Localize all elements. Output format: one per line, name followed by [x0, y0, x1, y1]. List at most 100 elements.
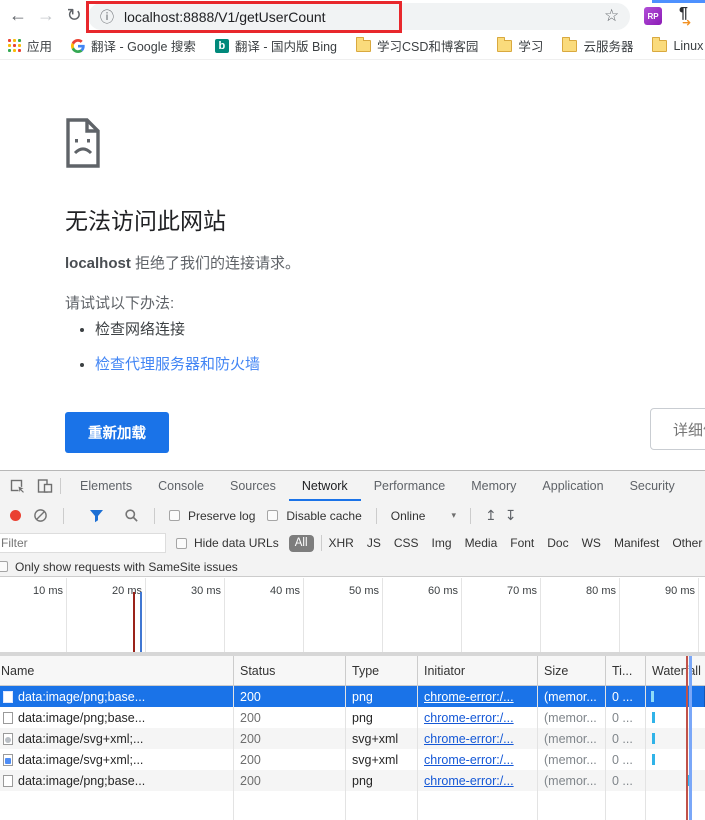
waterfall-cell — [646, 728, 705, 749]
table-row[interactable]: data:image/png;base... 200 png chrome-er… — [0, 686, 705, 707]
network-filter-bar: Hide data URLs All XHR JS CSS Img Media … — [0, 530, 705, 556]
filter-type-all[interactable]: All — [288, 534, 314, 552]
initiator-link[interactable]: chrome-error:/... — [424, 732, 514, 746]
filter-type-doc[interactable]: Doc — [547, 536, 568, 550]
samesite-checkbox[interactable] — [0, 561, 8, 572]
throttling-dropdown[interactable]: Online ▾ — [391, 509, 456, 523]
bookmark-folder-cloud[interactable]: 云服务器 — [562, 36, 633, 55]
column-initiator[interactable]: Initiator — [418, 656, 538, 685]
filter-type-font[interactable]: Font — [510, 536, 534, 550]
table-row[interactable]: data:image/svg+xml;... 200 svg+xml chrom… — [0, 749, 705, 770]
page-info-icon[interactable]: ⓘ — [100, 7, 114, 27]
request-file-icon — [3, 753, 13, 766]
reload-icon[interactable]: ↻ — [62, 5, 86, 26]
filter-type-js[interactable]: JS — [367, 536, 381, 550]
translate-arrow: ➜ — [682, 17, 692, 29]
throttling-value: Online — [390, 508, 426, 523]
devtools-toolbars: Elements Console Sources Network Perform… — [0, 471, 705, 577]
preserve-log-checkbox[interactable] — [169, 510, 180, 521]
filter-input[interactable] — [0, 533, 166, 553]
filter-type-xhr[interactable]: XHR — [329, 536, 354, 550]
tab-memory[interactable]: Memory — [458, 471, 529, 501]
request-file-icon — [3, 690, 13, 703]
axure-rp-extension-icon[interactable]: RP — [644, 7, 662, 25]
bookmark-google-translate[interactable]: 翻译 - Google 搜索 — [71, 36, 196, 55]
folder-icon — [652, 36, 668, 52]
tab-application[interactable]: Application — [529, 471, 616, 501]
initiator-link[interactable]: chrome-error:/... — [424, 711, 514, 725]
timeline-tick: 20 ms — [112, 585, 142, 597]
samesite-label[interactable]: Only show requests with SameSite issues — [15, 560, 238, 574]
column-name[interactable]: Name — [0, 656, 234, 685]
translate-extension-icon[interactable]: ¶ ➜ — [679, 5, 699, 29]
reload-button[interactable]: 重新加载 — [65, 412, 169, 453]
hide-data-urls-label[interactable]: Hide data URLs — [194, 536, 279, 550]
bookmark-apps[interactable]: 应用 — [8, 36, 52, 55]
disable-cache-label[interactable]: Disable cache — [286, 509, 361, 523]
url-text[interactable]: localhost:8888/V1/getUserCount — [124, 9, 326, 25]
import-har-icon[interactable]: ↥ — [485, 508, 497, 524]
bookmark-star-icon[interactable]: ☆ — [604, 6, 619, 26]
hide-data-urls-checkbox[interactable] — [176, 537, 187, 549]
bookmark-label: Linux — [673, 38, 704, 53]
forward-icon[interactable]: → — [34, 5, 58, 26]
export-har-icon[interactable]: ↧ — [505, 508, 517, 524]
record-icon[interactable] — [10, 510, 21, 521]
filter-type-other[interactable]: Other — [672, 536, 702, 550]
column-type[interactable]: Type — [346, 656, 418, 685]
filter-icon[interactable] — [87, 507, 105, 525]
column-status[interactable]: Status — [234, 656, 346, 685]
back-icon[interactable]: ← — [6, 5, 30, 26]
folder-icon — [562, 36, 578, 52]
network-overview-timeline[interactable]: 10 ms 20 ms 30 ms 40 ms 50 ms 60 ms 70 m… — [0, 578, 705, 656]
disable-cache-checkbox[interactable] — [267, 510, 279, 521]
timeline-tick: 80 ms — [586, 585, 616, 597]
filter-type-media[interactable]: Media — [465, 536, 498, 550]
timeline-tick: 30 ms — [191, 585, 221, 597]
filter-type-img[interactable]: Img — [432, 536, 452, 550]
timeline-tick: 10 ms — [33, 585, 63, 597]
bookmark-bing-translate[interactable]: b 翻译 - 国内版 Bing — [214, 36, 338, 55]
domcontentloaded-event-line — [140, 592, 142, 652]
address-bar[interactable]: ⓘ localhost:8888/V1/getUserCount — [88, 3, 630, 30]
column-time[interactable]: Ti... — [606, 656, 646, 685]
filter-type-manifest[interactable]: Manifest — [614, 536, 659, 550]
table-row[interactable]: data:image/png;base... 200 png chrome-er… — [0, 770, 705, 791]
tab-sources[interactable]: Sources — [217, 471, 289, 501]
bookmark-label: 学习CSD和博客园 — [377, 40, 479, 54]
filter-type-css[interactable]: CSS — [394, 536, 419, 550]
tab-performance[interactable]: Performance — [361, 471, 459, 501]
clear-icon[interactable] — [31, 507, 49, 525]
details-button[interactable]: 详细信息 — [650, 408, 705, 450]
column-size[interactable]: Size — [538, 656, 606, 685]
tab-elements[interactable]: Elements — [67, 471, 145, 501]
timeline-tick: 60 ms — [428, 585, 458, 597]
devtools-tab-bar: Elements Console Sources Network Perform… — [0, 471, 705, 501]
samesite-filter-row: Only show requests with SameSite issues — [0, 556, 705, 576]
tab-network[interactable]: Network — [288, 471, 361, 501]
filter-type-ws[interactable]: WS — [582, 536, 601, 550]
tab-security[interactable]: Security — [617, 471, 688, 501]
bookmark-folder-linux[interactable]: Linux — [652, 36, 704, 53]
tab-console[interactable]: Console — [145, 471, 217, 501]
bookmark-label: 翻译 - 国内版 Bing — [234, 40, 338, 54]
column-waterfall[interactable]: Waterfall — [646, 656, 705, 685]
initiator-link[interactable]: chrome-error:/... — [424, 753, 514, 767]
load-event-line — [133, 592, 135, 652]
inspect-element-icon[interactable] — [9, 477, 27, 495]
table-row[interactable]: data:image/png;base... 200 png chrome-er… — [0, 707, 705, 728]
device-toolbar-icon[interactable] — [36, 477, 54, 495]
request-file-icon — [3, 711, 13, 724]
table-row[interactable]: data:image/svg+xml;... 200 svg+xml chrom… — [0, 728, 705, 749]
suggestion-check-proxy-link[interactable]: 检查代理服务器和防火墙 — [95, 356, 260, 373]
bookmark-folder-csdn[interactable]: 学习CSD和博客园 — [356, 36, 478, 55]
chevron-down-icon: ▾ — [451, 510, 456, 520]
initiator-link[interactable]: chrome-error:/... — [424, 690, 514, 704]
search-icon[interactable] — [122, 507, 140, 525]
bookmark-folder-study[interactable]: 学习 — [497, 36, 543, 55]
preserve-log-label[interactable]: Preserve log — [188, 509, 255, 523]
timeline-tick: 50 ms — [349, 585, 379, 597]
bookmark-label: 云服务器 — [583, 40, 634, 54]
waterfall-cell — [646, 686, 705, 707]
initiator-link[interactable]: chrome-error:/... — [424, 774, 514, 788]
